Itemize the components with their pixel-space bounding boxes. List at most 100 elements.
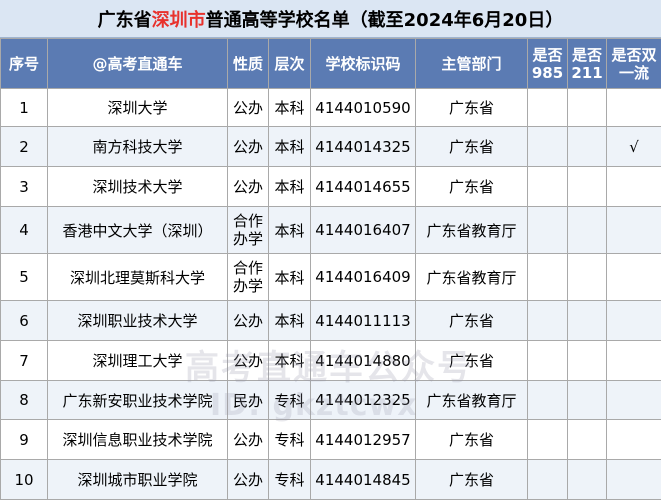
row-no: 8 bbox=[0, 380, 48, 420]
title-highlight: 深圳市 bbox=[151, 9, 206, 31]
school-name: 深圳大学 bbox=[47, 88, 228, 127]
col-header-985: 是否985 bbox=[527, 38, 568, 89]
school-type: 公办 bbox=[227, 300, 269, 341]
school-code: 4144014880 bbox=[310, 340, 416, 381]
school-name: 深圳城市职业学院 bbox=[47, 459, 228, 500]
row-no: 4 bbox=[0, 206, 48, 254]
table-row: 4 香港中文大学（深圳） 合作办学 本科 4144016407 广东省教育厅 bbox=[0, 206, 661, 254]
is-211 bbox=[567, 300, 607, 341]
school-dept: 广东省 bbox=[415, 88, 528, 127]
school-code: 4144010590 bbox=[310, 88, 416, 127]
title-suffix: 普通高等学校名单（截至2024年6月20日） bbox=[205, 9, 564, 31]
school-name: 深圳职业技术大学 bbox=[47, 300, 228, 341]
school-table: 序号 @高考直通车 性质 层次 学校标识码 主管部门 是否985 是否211 是… bbox=[0, 38, 661, 500]
row-no: 9 bbox=[0, 419, 48, 460]
col-header-type: 性质 bbox=[227, 38, 269, 89]
school-name: 香港中文大学（深圳） bbox=[47, 206, 228, 254]
school-level: 专科 bbox=[268, 419, 311, 460]
is-985 bbox=[527, 126, 568, 167]
school-code: 4144014325 bbox=[310, 126, 416, 167]
school-dept: 广东省 bbox=[415, 166, 528, 207]
col-header-code: 学校标识码 bbox=[310, 38, 416, 89]
school-code: 4144016407 bbox=[310, 206, 416, 254]
school-code: 4144012957 bbox=[310, 419, 416, 460]
table-row: 1 深圳大学 公办 本科 4144010590 广东省 bbox=[0, 88, 661, 127]
row-no: 2 bbox=[0, 126, 48, 167]
is-211 bbox=[567, 380, 607, 420]
school-level: 本科 bbox=[268, 340, 311, 381]
page-title: 广东省 深圳市 普通高等学校名单（截至2024年6月20日） bbox=[0, 0, 661, 38]
school-type: 公办 bbox=[227, 126, 269, 167]
table-row: 8 广东新安职业技术学院 民办 专科 4144012325 广东省教育厅 bbox=[0, 380, 661, 420]
school-type: 公办 bbox=[227, 88, 269, 127]
is-985 bbox=[527, 206, 568, 254]
school-code: 4144016409 bbox=[310, 253, 416, 301]
is-double-first-class bbox=[606, 88, 661, 127]
row-no: 1 bbox=[0, 88, 48, 127]
is-double-first-class bbox=[606, 459, 661, 500]
is-985 bbox=[527, 459, 568, 500]
school-level: 本科 bbox=[268, 166, 311, 207]
header-row: 序号 @高考直通车 性质 层次 学校标识码 主管部门 是否985 是否211 是… bbox=[0, 38, 661, 89]
is-211 bbox=[567, 340, 607, 381]
is-double-first-class bbox=[606, 340, 661, 381]
school-dept: 广东省教育厅 bbox=[415, 380, 528, 420]
is-double-first-class bbox=[606, 380, 661, 420]
col-header-211: 是否211 bbox=[567, 38, 607, 89]
school-level: 本科 bbox=[268, 300, 311, 341]
table-row: 2 南方科技大学 公办 本科 4144014325 广东省 √ bbox=[0, 126, 661, 167]
school-code: 4144012325 bbox=[310, 380, 416, 420]
school-dept: 广东省 bbox=[415, 459, 528, 500]
is-double-first-class: √ bbox=[606, 126, 661, 167]
is-double-first-class bbox=[606, 419, 661, 460]
school-name: 广东新安职业技术学院 bbox=[47, 380, 228, 420]
table-row: 3 深圳技术大学 公办 本科 4144014655 广东省 bbox=[0, 166, 661, 207]
school-type: 合作办学 bbox=[227, 206, 269, 254]
school-code: 4144014655 bbox=[310, 166, 416, 207]
school-dept: 广东省 bbox=[415, 419, 528, 460]
row-no: 3 bbox=[0, 166, 48, 207]
title-prefix: 广东省 bbox=[97, 9, 152, 31]
row-no: 5 bbox=[0, 253, 48, 301]
school-type: 公办 bbox=[227, 340, 269, 381]
is-double-first-class bbox=[606, 253, 661, 301]
is-double-first-class bbox=[606, 300, 661, 341]
school-type: 公办 bbox=[227, 166, 269, 207]
school-dept: 广东省 bbox=[415, 126, 528, 167]
row-no: 7 bbox=[0, 340, 48, 381]
is-985 bbox=[527, 419, 568, 460]
is-211 bbox=[567, 206, 607, 254]
table-row: 6 深圳职业技术大学 公办 本科 4144011113 广东省 bbox=[0, 300, 661, 341]
table-row: 7 深圳理工大学 公办 本科 4144014880 广东省 bbox=[0, 340, 661, 381]
school-level: 本科 bbox=[268, 126, 311, 167]
school-type: 民办 bbox=[227, 380, 269, 420]
is-985 bbox=[527, 380, 568, 420]
school-type: 公办 bbox=[227, 459, 269, 500]
school-name: 南方科技大学 bbox=[47, 126, 228, 167]
school-name: 深圳北理莫斯科大学 bbox=[47, 253, 228, 301]
is-985 bbox=[527, 300, 568, 341]
row-no: 10 bbox=[0, 459, 48, 500]
is-211 bbox=[567, 253, 607, 301]
school-type: 合作办学 bbox=[227, 253, 269, 301]
school-name: 深圳信息职业技术学院 bbox=[47, 419, 228, 460]
school-name: 深圳理工大学 bbox=[47, 340, 228, 381]
is-double-first-class bbox=[606, 206, 661, 254]
table-row: 9 深圳信息职业技术学院 公办 专科 4144012957 广东省 bbox=[0, 419, 661, 460]
is-211 bbox=[567, 88, 607, 127]
col-header-double-first-class: 是否双一流 bbox=[606, 38, 661, 89]
school-code: 4144014845 bbox=[310, 459, 416, 500]
col-header-level: 层次 bbox=[268, 38, 311, 89]
col-header-dept: 主管部门 bbox=[415, 38, 528, 89]
col-header-name: @高考直通车 bbox=[47, 38, 228, 89]
is-211 bbox=[567, 419, 607, 460]
school-name: 深圳技术大学 bbox=[47, 166, 228, 207]
table-row: 5 深圳北理莫斯科大学 合作办学 本科 4144016409 广东省教育厅 bbox=[0, 253, 661, 301]
school-level: 专科 bbox=[268, 380, 311, 420]
school-type: 公办 bbox=[227, 419, 269, 460]
is-double-first-class bbox=[606, 166, 661, 207]
is-211 bbox=[567, 126, 607, 167]
col-header-no: 序号 bbox=[0, 38, 48, 89]
school-level: 本科 bbox=[268, 206, 311, 254]
school-code: 4144011113 bbox=[310, 300, 416, 341]
